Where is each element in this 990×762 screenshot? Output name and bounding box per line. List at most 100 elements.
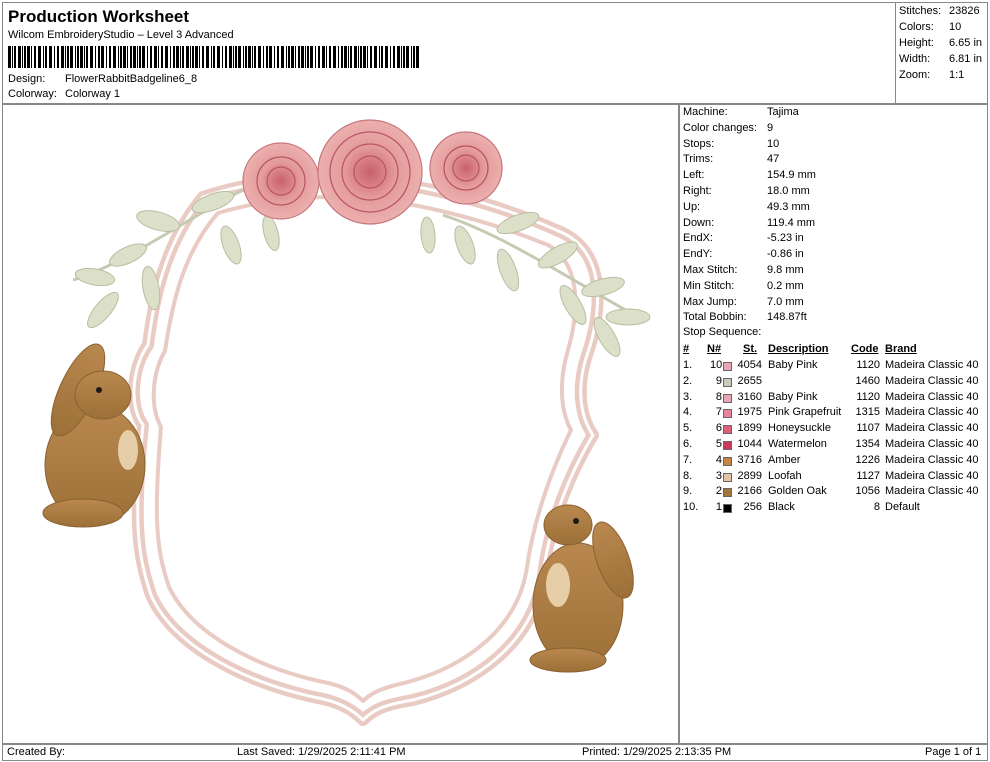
col-needle-header: N# bbox=[707, 343, 722, 355]
detail-row: Right: 18.0 mm bbox=[683, 185, 810, 197]
stop-index: 7. bbox=[683, 453, 693, 466]
stop-row: 5. 6 1899 Honeysuckle 1107 Madeira Classic 40 bbox=[683, 422, 983, 437]
stitch-count: 2655 bbox=[737, 374, 762, 387]
thread-brand: Madeira Classic 40 bbox=[885, 359, 979, 371]
height-row: Height: 6.65 in bbox=[899, 37, 982, 49]
detail-value: Tajima bbox=[767, 106, 799, 118]
stop-index: 2. bbox=[683, 374, 693, 387]
stop-row: 4. 7 1975 Pink Grapefruit 1315 Madeira Classi… bbox=[683, 406, 983, 421]
width-value: 6.81 in bbox=[949, 53, 983, 65]
thread-code: 1226 bbox=[855, 453, 880, 466]
detail-label: Color changes: bbox=[683, 121, 757, 134]
last-saved: Last Saved: 1/29/2025 2:11:41 PM bbox=[237, 746, 406, 758]
color-swatch bbox=[723, 504, 732, 514]
machine-details-panel: Machine: Tajima Color changes: 9 Stops: 10 Tri… bbox=[679, 104, 988, 744]
stitch-count: 2166 bbox=[737, 485, 762, 498]
barcode-image bbox=[8, 46, 419, 68]
detail-label: EndX: bbox=[683, 232, 713, 245]
thread-brand: Madeira Classic 40 bbox=[885, 485, 979, 498]
design-label: Design: bbox=[8, 73, 46, 85]
col-code-header: Code bbox=[851, 343, 879, 355]
needle-number: 5 bbox=[715, 438, 722, 450]
thread-brand: Madeira Classic 40 bbox=[885, 453, 979, 466]
stop-index: 1. bbox=[683, 359, 693, 371]
detail-label: Total Bobbin: bbox=[683, 311, 747, 324]
detail-row: Left: 154.9 mm bbox=[683, 169, 816, 181]
detail-value: 154.9 mm bbox=[767, 169, 816, 182]
detail-value: 148.87ft bbox=[767, 311, 807, 324]
detail-label: Min Stitch: bbox=[683, 279, 735, 292]
detail-row: EndX: -5.23 in bbox=[683, 232, 804, 244]
zoom-value: 1:1 bbox=[949, 69, 965, 81]
stop-sequence-label: Stop Sequence: bbox=[683, 326, 762, 338]
stitches-value: 23826 bbox=[949, 5, 980, 17]
thread-code: 1056 bbox=[855, 485, 880, 498]
color-description: Amber bbox=[768, 453, 801, 466]
thread-code: 1127 bbox=[856, 469, 880, 482]
col-description-header: Description bbox=[768, 343, 829, 355]
stop-index: 5. bbox=[683, 422, 693, 435]
design-row: Design: FlowerRabbitBadgeline6_8 bbox=[8, 73, 197, 85]
right-rabbit bbox=[529, 504, 634, 673]
color-description: Watermelon bbox=[768, 438, 827, 450]
detail-row: Color changes: 9 bbox=[683, 122, 773, 134]
created-by: Created By: bbox=[7, 746, 66, 758]
needle-number: 3 bbox=[715, 469, 722, 482]
detail-label: Max Jump: bbox=[683, 295, 737, 308]
thread-brand: Madeira Classic 40 bbox=[885, 390, 979, 403]
stitch-count: 1975 bbox=[737, 406, 762, 419]
colorway-name: Colorway 1 bbox=[65, 88, 121, 100]
color-swatch bbox=[723, 409, 732, 419]
width-row: Width: 6.81 in bbox=[899, 53, 982, 65]
stop-index: 10. bbox=[683, 501, 699, 514]
stop-index: 9. bbox=[683, 485, 693, 498]
detail-label: Right: bbox=[683, 185, 712, 197]
stop-row: 7. 4 3716 Amber 1226 Madeira Classic 40 bbox=[683, 454, 983, 469]
worksheet-header: Production Worksheet Wilcom EmbroiderySt… bbox=[2, 2, 895, 104]
stitch-count: 256 bbox=[743, 501, 762, 514]
stitch-count: 3160 bbox=[737, 390, 762, 403]
needle-number: 8 bbox=[715, 390, 722, 403]
col-stitches-header: St. bbox=[743, 343, 758, 355]
thread-code: 1120 bbox=[856, 359, 880, 371]
detail-value: 7.0 mm bbox=[767, 295, 804, 308]
stitch-count: 2899 bbox=[737, 469, 762, 482]
embroidery-design-image bbox=[42, 119, 651, 726]
color-swatch bbox=[723, 377, 732, 387]
needle-number: 4 bbox=[715, 453, 722, 466]
color-description: Baby Pink bbox=[768, 390, 818, 403]
detail-row: Min Stitch: 0.2 mm bbox=[683, 280, 804, 292]
thread-brand: Madeira Classic 40 bbox=[885, 374, 979, 387]
detail-row: Total Bobbin: 148.87ft bbox=[683, 311, 807, 323]
colors-value: 10 bbox=[949, 21, 962, 33]
detail-value: 49.3 mm bbox=[767, 200, 810, 213]
thread-brand: Madeira Classic 40 bbox=[885, 438, 979, 450]
color-swatch bbox=[723, 425, 732, 435]
color-description: Black bbox=[768, 501, 795, 514]
stitch-count: 1044 bbox=[737, 438, 762, 450]
page-number: Page 1 of 1 bbox=[925, 746, 982, 758]
stop-index: 4. bbox=[683, 406, 693, 419]
color-swatch bbox=[723, 441, 732, 450]
thread-brand: Madeira Classic 40 bbox=[885, 469, 979, 482]
stitch-count: 3716 bbox=[737, 453, 762, 466]
detail-row: Max Stitch: 9.8 mm bbox=[683, 264, 804, 276]
detail-row: Down: 119.4 mm bbox=[683, 217, 815, 229]
detail-value: 18.0 mm bbox=[767, 185, 810, 197]
needle-number: 10 bbox=[710, 359, 723, 371]
stitches-label: Stitches: bbox=[899, 5, 942, 17]
color-description: Honeysuckle bbox=[768, 422, 831, 435]
needle-number: 1 bbox=[715, 501, 722, 514]
stop-row: 9. 2 2166 Golden Oak 1056 Madeira Classic 40 bbox=[683, 485, 983, 500]
thread-brand: Madeira Classic 40 bbox=[885, 406, 979, 419]
stop-index: 6. bbox=[683, 438, 693, 450]
height-label: Height: bbox=[899, 37, 934, 49]
detail-row: Max Jump: 7.0 mm bbox=[683, 296, 804, 308]
col-index-header: # bbox=[683, 343, 690, 355]
stop-row: 2. 9 2655 1460 Madeira Classic 40 bbox=[683, 375, 983, 390]
detail-value: 47 bbox=[767, 153, 780, 166]
color-swatch bbox=[723, 393, 732, 403]
software-name: Wilcom EmbroideryStudio – Level 3 Advanc… bbox=[8, 29, 234, 41]
detail-label: Stops: bbox=[683, 137, 715, 150]
height-value: 6.65 in bbox=[949, 37, 983, 49]
